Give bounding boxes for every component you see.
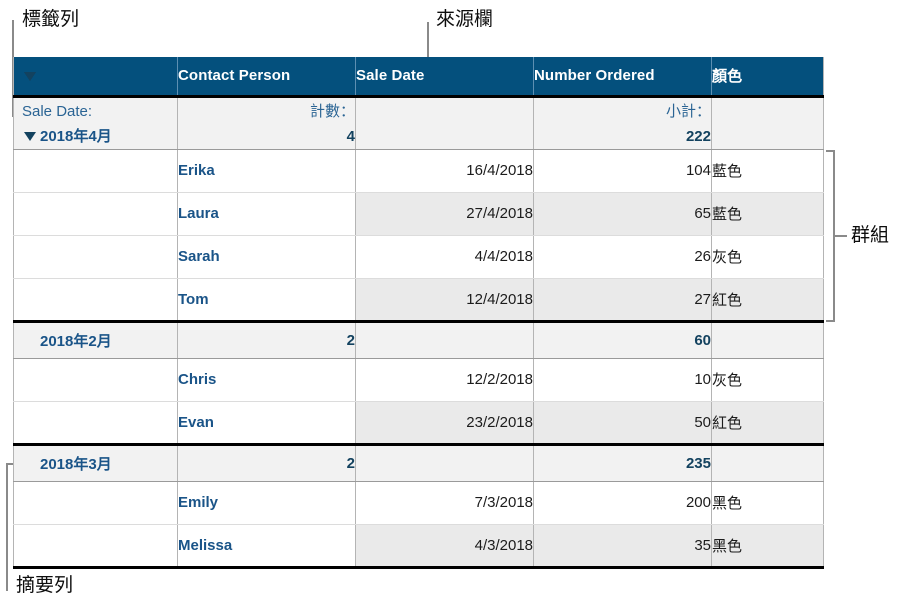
group-name-cell[interactable]: Sale Date: 2018年4月 [13, 96, 178, 150]
group-subtotal-cell: 60 [533, 319, 712, 359]
table-row[interactable]: Melissa 4/3/2018 35 黑色 [13, 524, 824, 567]
group-color-cell [711, 442, 824, 482]
group-subtotal-cell: 小計： 222 [533, 96, 712, 150]
cell-sale-date: 12/4/2018 [355, 278, 534, 321]
cell-color: 紅色 [711, 278, 824, 321]
table-row[interactable]: Tom 12/4/2018 27 紅色 [13, 278, 824, 321]
cell-sale-date: 12/2/2018 [355, 358, 534, 402]
table-bottom-border [13, 565, 824, 570]
cell-number-ordered: 65 [533, 192, 712, 236]
table-row[interactable]: Erika 16/4/2018 104 藍色 [13, 149, 824, 193]
annotation-group: 群組 [851, 224, 890, 246]
cell-number-ordered: 200 [533, 481, 712, 525]
cell-sale-date: 23/2/2018 [355, 401, 534, 444]
cell-contact-person: Laura [177, 192, 356, 236]
table-row[interactable]: Chris 12/2/2018 10 灰色 [13, 358, 824, 402]
annotation-source-column: 來源欄 [436, 8, 494, 30]
leader-line-summary-row-vertical [6, 463, 8, 591]
cell-color: 藍色 [711, 149, 824, 193]
column-header-2[interactable]: Sale Date [355, 57, 534, 98]
cell-color: 藍色 [711, 192, 824, 236]
row-indent-cell [13, 524, 178, 567]
group-name: 2018年2月 [40, 332, 112, 350]
screenshot-canvas: 標籤列 來源欄 群組 摘要列 Contact Person Sale Date Nu… [0, 0, 924, 614]
disclosure-triangle-icon[interactable] [23, 72, 36, 81]
column-header-3[interactable]: Number Ordered [533, 57, 712, 98]
cell-contact-person: Melissa [177, 524, 356, 567]
subtotal-value: 222 [685, 128, 711, 145]
group-bracket-bottom-arm [826, 320, 835, 322]
cell-number-ordered: 26 [533, 235, 712, 279]
cell-sale-date: 7/3/2018 [355, 481, 534, 525]
cell-contact-person: Erika [177, 149, 356, 193]
cell-color: 黑色 [711, 481, 824, 525]
column-header-4[interactable]: 顏色 [711, 57, 824, 98]
group-category-label: Sale Date: [22, 103, 93, 120]
group-count-cell: 2 [177, 442, 356, 482]
cell-color: 灰色 [711, 235, 824, 279]
disclosure-triangle-icon[interactable] [24, 131, 36, 141]
group-summary-row[interactable]: Sale Date: 2018年4月 計數： 4 小計： 222 [13, 96, 824, 150]
row-indent-cell [13, 192, 178, 236]
group-name-cell[interactable]: 2018年3月 [13, 72, 178, 482]
table-row[interactable]: Emily 7/3/2018 200 黑色 [13, 481, 824, 525]
group-count-cell: 計數： 4 [177, 96, 356, 150]
cell-number-ordered: 104 [533, 149, 712, 193]
table-header-row: Contact Person Sale Date Number Ordered 顏色 [13, 57, 824, 98]
table-bottom-border-cell [533, 565, 712, 570]
cell-number-ordered: 10 [533, 358, 712, 402]
subtotal-label: 小計： [665, 103, 711, 120]
row-indent-cell [13, 481, 178, 525]
group-date-cell [355, 96, 534, 150]
grouped-data-table: Contact Person Sale Date Number Ordered 顏色 S… [13, 57, 824, 570]
column-header-1[interactable]: Contact Person [177, 57, 356, 98]
group-name-cell[interactable]: 2018年2月 [13, 72, 178, 359]
column-header-blank[interactable] [13, 57, 178, 98]
annotation-summary-row: 摘要列 [16, 574, 74, 596]
cell-sale-date: 16/4/2018 [355, 149, 534, 193]
group-name: 2018年3月 [40, 455, 112, 473]
table-row[interactable]: Sarah 4/4/2018 26 灰色 [13, 235, 824, 279]
cell-color: 灰色 [711, 358, 824, 402]
group-date-cell [355, 442, 534, 482]
table-bottom-border-cell [355, 565, 534, 570]
cell-sale-date: 27/4/2018 [355, 192, 534, 236]
cell-sale-date: 4/3/2018 [355, 524, 534, 567]
group-subtotal-cell: 235 [533, 442, 712, 482]
group-count-cell: 2 [177, 319, 356, 359]
cell-number-ordered: 35 [533, 524, 712, 567]
cell-number-ordered: 50 [533, 401, 712, 444]
cell-contact-person: Tom [177, 278, 356, 321]
row-indent-cell [13, 235, 178, 279]
group-summary-row[interactable]: 2018年2月 2 60 [13, 72, 824, 359]
cell-number-ordered: 27 [533, 278, 712, 321]
group-color-cell [711, 319, 824, 359]
table-row[interactable]: Laura 27/4/2018 65 藍色 [13, 192, 824, 236]
group-color-cell [711, 96, 824, 150]
row-indent-cell [13, 358, 178, 402]
annotation-label-row: 標籤列 [22, 8, 80, 30]
leader-line-source-column [427, 22, 429, 57]
group-date-cell [355, 319, 534, 359]
count-value: 4 [346, 128, 355, 145]
table-bottom-border-cell [13, 565, 178, 570]
row-indent-cell [13, 278, 178, 321]
row-indent-cell [13, 149, 178, 193]
cell-contact-person: Sarah [177, 235, 356, 279]
table-row[interactable]: Evan 23/2/2018 50 紅色 [13, 401, 824, 444]
count-label: 計數： [309, 103, 355, 120]
group-bracket-stem [835, 235, 847, 237]
group-summary-row[interactable]: 2018年3月 2 235 [13, 72, 824, 482]
group-bracket-top-arm [826, 150, 835, 152]
group-name: 2018年4月 [40, 128, 112, 145]
cell-contact-person: Evan [177, 401, 356, 444]
cell-contact-person: Emily [177, 481, 356, 525]
row-indent-cell [13, 401, 178, 444]
table-bottom-border-cell [177, 565, 356, 570]
cell-contact-person: Chris [177, 358, 356, 402]
cell-sale-date: 4/4/2018 [355, 235, 534, 279]
cell-color: 紅色 [711, 401, 824, 444]
table-bottom-border-cell [711, 565, 824, 570]
cell-color: 黑色 [711, 524, 824, 567]
